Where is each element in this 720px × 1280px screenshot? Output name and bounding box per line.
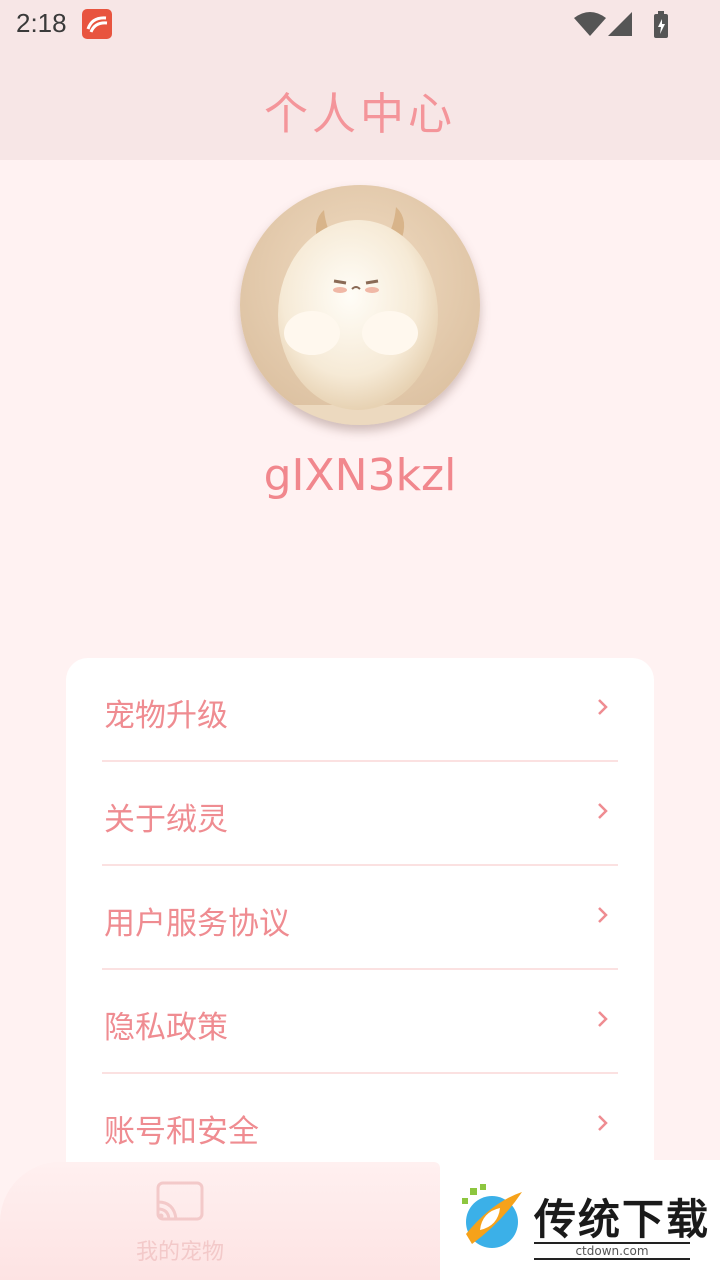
chevron-right-icon (598, 1115, 608, 1131)
cast-screen-icon (156, 1181, 204, 1221)
menu-item-about[interactable]: 关于绒灵 (102, 762, 618, 866)
username: gIXN3kzl (263, 450, 457, 501)
chevron-right-icon (598, 803, 608, 819)
watermark-site: ctdown.com (534, 1242, 690, 1260)
menu-item-label: 关于绒灵 (104, 802, 228, 838)
wifi-icon (574, 12, 606, 36)
page-title: 个人中心 (264, 89, 456, 140)
bottom-nav: 我的宠物 (0, 1162, 440, 1280)
status-bar: 2:18 (0, 0, 720, 50)
menu-item-user-agreement[interactable]: 用户服务协议 (102, 866, 618, 970)
menu-item-label: 用户服务协议 (104, 906, 290, 942)
status-icons (574, 10, 694, 40)
menu-item-label: 宠物升级 (104, 698, 228, 734)
app-notification-icon (82, 9, 112, 39)
app-header: 个人中心 (0, 50, 720, 160)
menu-item-label: 隐私政策 (104, 1010, 228, 1046)
battery-charging-icon (654, 11, 668, 38)
watermark-logo-icon (462, 1184, 522, 1248)
menu-item-label: 账号和安全 (104, 1114, 259, 1150)
watermark: 传统下载 ctdown.com (440, 1160, 720, 1280)
menu-item-pet-upgrade[interactable]: 宠物升级 (102, 658, 618, 762)
chevron-right-icon (598, 699, 608, 715)
fluffy-pet-avatar-icon (240, 185, 480, 425)
avatar[interactable] (240, 185, 480, 425)
chevron-right-icon (598, 1011, 608, 1027)
watermark-brand: 传统下载 (534, 1195, 711, 1244)
status-time: 2:18 (16, 8, 67, 38)
menu-item-privacy-policy[interactable]: 隐私政策 (102, 970, 618, 1074)
menu-card: 宠物升级 关于绒灵 用户服务协议 隐私政策 账号和安全 (66, 658, 654, 1218)
chevron-right-icon (598, 907, 608, 923)
signal-icon (608, 12, 632, 36)
tab-my-pets-label: 我的宠物 (135, 1240, 224, 1265)
